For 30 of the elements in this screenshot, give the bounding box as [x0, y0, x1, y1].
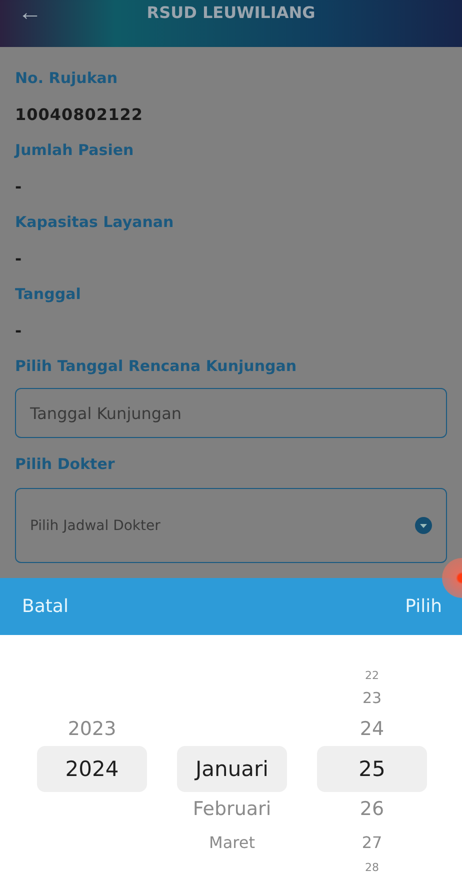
date-input-field[interactable]: Tanggal Kunjungan [15, 388, 447, 438]
dropdown-icon [415, 517, 432, 534]
select-placeholder: Pilih Jadwal Dokter [30, 518, 160, 534]
picker-option[interactable]: 24 [360, 718, 384, 740]
header-title: RSUD LEUWILIANG [146, 3, 316, 22]
back-button[interactable]: ← [18, 0, 42, 26]
field-label: Jumlah Pasien [15, 140, 135, 161]
cancel-button[interactable]: Batal [22, 596, 68, 617]
confirm-button[interactable]: Pilih [405, 596, 442, 617]
picker-option[interactable]: Januari [177, 746, 287, 792]
field-value: - [15, 176, 24, 198]
field-label: Tanggal [15, 284, 82, 305]
picker-option[interactable]: 2023 [68, 718, 116, 740]
picker-option[interactable]: 23 [362, 689, 382, 707]
field-value: - [15, 320, 24, 342]
picker-option[interactable]: 26 [360, 798, 384, 820]
field-value: - [15, 248, 24, 270]
picker-option[interactable]: 27 [362, 832, 382, 852]
field-label: Pilih Tanggal Rencana Kunjungan [15, 356, 298, 377]
picker-option[interactable]: Februari [192, 798, 272, 820]
field-value: 10040802122 [15, 104, 144, 126]
doctor-select[interactable]: Pilih Jadwal Dokter [15, 488, 447, 563]
field-label: Pilih Dokter [15, 454, 116, 475]
picker-option[interactable]: 22 [365, 668, 379, 682]
field-label: Kapasitas Layanan [15, 212, 175, 233]
picker-option[interactable]: Maret [209, 832, 255, 852]
picker-option[interactable]: 2024 [37, 746, 147, 792]
field-label: No. Rujukan [15, 68, 119, 89]
picker-option[interactable]: 25 [317, 746, 427, 792]
picker-option[interactable]: 28 [365, 860, 379, 874]
